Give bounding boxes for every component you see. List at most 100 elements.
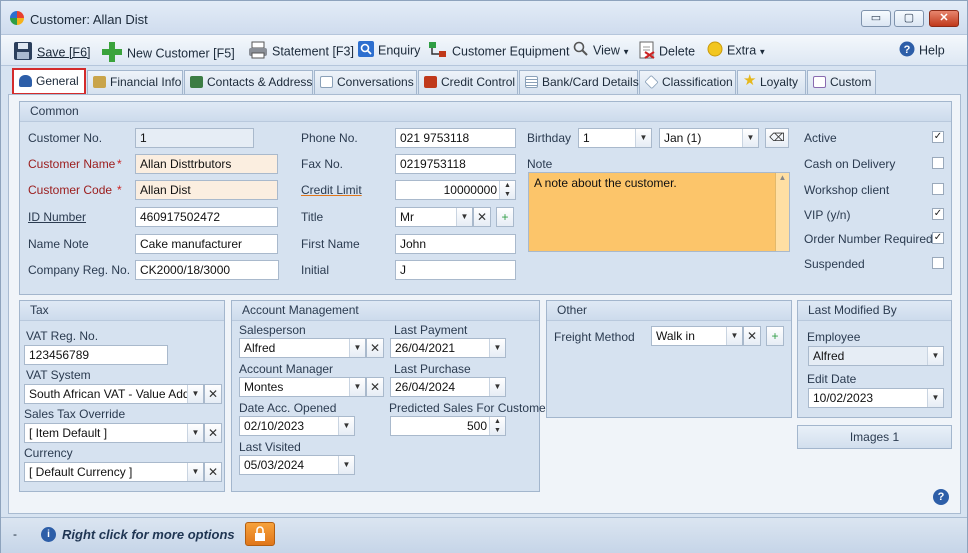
status-dash[interactable]: -	[13, 527, 17, 541]
map-icon	[190, 76, 203, 88]
view-menu-button[interactable]: View ▼	[573, 41, 630, 61]
clear-birthday-button[interactable]: ⌫	[765, 128, 789, 148]
help-button[interactable]: ? Help	[899, 41, 945, 61]
tab-classification[interactable]: Classification	[639, 70, 736, 94]
chevron-down-icon[interactable]: ▼	[187, 424, 203, 442]
credit-limit-field[interactable]: 10000000 ▲ ▼	[395, 180, 516, 200]
vat-system-select[interactable]: South African VAT - Value Add... ▼	[24, 384, 204, 404]
tab-financial-info[interactable]: Financial Info	[87, 70, 183, 94]
close-button[interactable]: ✕	[929, 10, 959, 27]
note-scrollbar[interactable]: ▲	[775, 173, 789, 251]
freight-clear-button[interactable]: ✕	[743, 326, 761, 346]
chevron-down-icon[interactable]: ▼	[349, 339, 365, 357]
salesperson-clear-button[interactable]: ✕	[366, 338, 384, 358]
flag-cod-label: Cash on Delivery	[804, 157, 896, 171]
chevron-down-icon[interactable]: ▼	[338, 417, 354, 435]
customer-equipment-button[interactable]: Customer Equipment	[428, 41, 569, 61]
flag-order-number-checkbox[interactable]: ✓	[932, 232, 944, 244]
title-value: Mr	[400, 210, 414, 224]
tab-conversations[interactable]: Conversations	[314, 70, 417, 94]
tab-general[interactable]: General	[12, 68, 86, 95]
account-manager-select[interactable]: Montes ▼	[239, 377, 366, 397]
last-visited-field[interactable]: 05/03/2024 ▼	[239, 455, 355, 475]
tab-bank-card-details[interactable]: Bank/Card Details	[519, 70, 639, 94]
spin-icon[interactable]: ▲ ▼	[489, 417, 505, 435]
date-opened-field[interactable]: 02/10/2023 ▼	[239, 416, 355, 436]
title-bar: Customer: Allan Dist ▭ ▢ ✕	[1, 1, 967, 35]
vat-reg-field[interactable]: 123456789	[24, 345, 168, 365]
chevron-down-icon[interactable]: ▼	[742, 129, 758, 147]
chevron-down-icon[interactable]: ▼	[338, 456, 354, 474]
flag-workshop-checkbox[interactable]	[932, 183, 944, 195]
edit-date-field[interactable]: 10/02/2023 ▼	[808, 388, 944, 408]
delete-button[interactable]: Delete	[639, 41, 695, 61]
initial-field[interactable]: J	[395, 260, 516, 280]
vat-system-clear-button[interactable]: ✕	[204, 384, 222, 404]
help-icon[interactable]: ?	[933, 489, 949, 505]
customer-name-field[interactable]: Allan Disttrbutors	[135, 154, 278, 174]
fax-field[interactable]: 0219753118	[395, 154, 516, 174]
customer-no-field[interactable]: 1	[135, 128, 254, 148]
credit-limit-label[interactable]: Credit Limit	[301, 183, 362, 197]
minimize-button[interactable]: ▭	[861, 10, 891, 27]
add-freight-icon[interactable]: +	[766, 326, 784, 346]
phone-field[interactable]: 021 9753118	[395, 128, 516, 148]
company-reg-label: Company Reg. No.	[28, 263, 131, 277]
spin-icon[interactable]: ▲ ▼	[499, 181, 515, 199]
birthday-month-select[interactable]: Jan (1) ▼	[659, 128, 759, 148]
freight-method-label: Freight Method	[554, 330, 635, 344]
sales-tax-clear-button[interactable]: ✕	[204, 423, 222, 443]
save-button[interactable]: Save [F6]	[13, 41, 91, 61]
customer-code-field[interactable]: Allan Dist	[135, 180, 278, 200]
chevron-down-icon[interactable]: ▼	[927, 389, 943, 407]
new-customer-button[interactable]: New Customer [F5]	[101, 41, 235, 62]
enquiry-button[interactable]: Enquiry	[358, 41, 420, 61]
tab-custom[interactable]: Custom	[807, 70, 876, 94]
save-label: Save [F6]	[37, 45, 91, 60]
birthday-day-select[interactable]: 1 ▼	[578, 128, 652, 148]
chevron-down-icon[interactable]: ▼	[187, 385, 203, 403]
chevron-down-icon[interactable]: ▼	[726, 327, 742, 345]
last-payment-field[interactable]: 26/04/2021 ▼	[390, 338, 506, 358]
flag-suspended-checkbox[interactable]	[932, 257, 944, 269]
chevron-down-icon[interactable]: ▼	[927, 347, 943, 365]
employee-select[interactable]: Alfred ▼	[808, 346, 944, 366]
tab-credit-control[interactable]: Credit Control	[418, 70, 518, 94]
chevron-down-icon[interactable]: ▼	[456, 208, 472, 226]
name-note-field[interactable]: Cake manufacturer	[135, 234, 278, 254]
chevron-down-icon[interactable]: ▼	[187, 463, 203, 481]
id-number-label[interactable]: ID Number	[28, 210, 86, 224]
chevron-down-icon[interactable]: ▼	[489, 378, 505, 396]
last-purchase-field[interactable]: 26/04/2024 ▼	[390, 377, 506, 397]
maximize-button[interactable]: ▢	[894, 10, 924, 27]
add-title-icon[interactable]: +	[496, 207, 514, 227]
tab-contacts-address[interactable]: Contacts & Address	[184, 70, 313, 94]
images-button[interactable]: Images 1	[797, 425, 952, 449]
extra-menu-button[interactable]: Extra ▼	[707, 41, 766, 61]
company-reg-field[interactable]: CK2000/18/3000	[135, 260, 279, 280]
tab-label: General	[36, 74, 79, 88]
flag-active-checkbox[interactable]: ✓	[932, 131, 944, 143]
flag-vip-checkbox[interactable]: ✓	[932, 208, 944, 220]
chevron-down-icon[interactable]: ▼	[349, 378, 365, 396]
note-textarea[interactable]: A note about the customer. ▲	[528, 172, 790, 252]
statement-button[interactable]: Statement [F3]	[248, 41, 354, 61]
currency-clear-button[interactable]: ✕	[204, 462, 222, 482]
chevron-down-icon[interactable]: ▼	[635, 129, 651, 147]
tab-loyalty[interactable]: ★ Loyalty	[737, 70, 806, 94]
salesperson-select[interactable]: Alfred ▼	[239, 338, 366, 358]
chevron-down-icon[interactable]: ▼	[489, 339, 505, 357]
title-select[interactable]: Mr ▼	[395, 207, 473, 227]
title-clear-button[interactable]: ✕	[473, 207, 491, 227]
id-number-field[interactable]: 460917502472	[135, 207, 278, 227]
building-icon	[93, 76, 106, 88]
lock-button[interactable]	[245, 522, 275, 546]
first-name-field[interactable]: John	[395, 234, 516, 254]
currency-select[interactable]: [ Default Currency ] ▼	[24, 462, 204, 482]
flag-cod-checkbox[interactable]	[932, 157, 944, 169]
freight-method-select[interactable]: Walk in ▼	[651, 326, 743, 346]
predicted-sales-field[interactable]: 500 ▲ ▼	[390, 416, 506, 436]
account-manager-clear-button[interactable]: ✕	[366, 377, 384, 397]
tax-group: Tax VAT Reg. No. 123456789 VAT System So…	[19, 300, 225, 492]
sales-tax-select[interactable]: [ Item Default ] ▼	[24, 423, 204, 443]
